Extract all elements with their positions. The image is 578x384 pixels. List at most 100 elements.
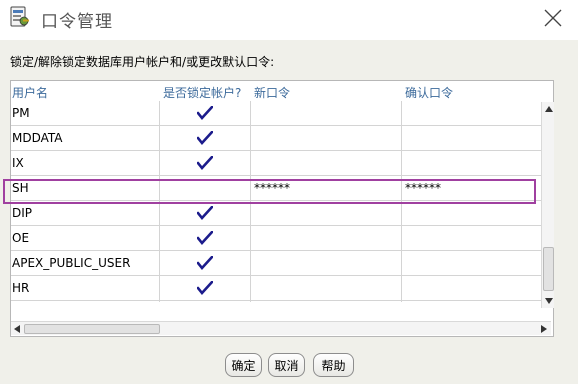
table-row[interactable]: DIP [11,201,552,226]
scroll-down-button[interactable] [542,294,555,307]
instructions-text: 锁定/解除锁定数据库用户帐户和/或更改默认口令: [10,55,275,69]
close-icon [544,9,562,27]
confirm-password-field[interactable] [405,276,550,301]
checkmark-icon [197,256,213,270]
table-body: PM MDDATA IX SH ****** ****** DIP OE APEX_PUBLIC… [11,101,552,302]
column-divider [401,126,402,151]
column-divider [250,101,251,126]
table-row[interactable]: APEX_PUBLIC_USER [11,251,552,276]
lock-checkbox-cell[interactable] [160,126,250,151]
arrow-down-icon [544,297,553,304]
username-cell: APEX_PUBLIC_USER [12,256,131,270]
column-divider [250,276,251,301]
column-divider [250,176,251,201]
checkmark-icon [197,206,213,220]
username-cell: SH [12,181,29,195]
confirm-password-field[interactable] [405,101,550,126]
new-password-field[interactable] [254,126,399,151]
cancel-button[interactable]: 取消 [268,353,305,377]
ok-button[interactable]: 确定 [225,353,262,377]
vertical-scroll-thumb[interactable] [543,247,554,291]
horizontal-scrollbar[interactable] [11,321,551,335]
horizontal-scroll-thumb[interactable] [24,324,160,334]
column-divider [401,151,402,176]
lock-checkbox-cell[interactable] [160,226,250,251]
table-row[interactable]: IX [11,151,552,176]
new-password-field[interactable] [254,101,399,126]
column-divider [401,101,402,126]
column-header-confirm-password[interactable]: 确认口令 [405,84,453,101]
table-row[interactable]: MDDATA [11,126,552,151]
username-cell: SPATIAL_CSW_ADMIN_... [12,301,157,302]
lock-checkbox-cell[interactable] [160,251,250,276]
username-cell: PM [12,106,30,120]
arrow-left-icon [14,324,20,333]
new-password-field[interactable] [254,301,399,302]
help-button[interactable]: 帮助 [313,353,354,377]
confirm-password-field[interactable] [405,126,550,151]
column-divider [401,201,402,226]
checkmark-icon [197,156,213,170]
table-row[interactable]: SPATIAL_CSW_ADMIN_... [11,301,552,302]
table-row[interactable]: SH ****** ****** [11,176,552,201]
lock-checkbox-cell[interactable] [160,276,250,301]
checkmark-icon [197,281,213,295]
column-header-new-password[interactable]: 新口令 [254,84,290,101]
key-config-icon [10,6,29,27]
checkmark-icon [197,106,213,120]
column-header-locked[interactable]: 是否锁定帐户? [163,84,241,101]
username-cell: MDDATA [12,131,63,145]
table-row[interactable]: OE [11,226,552,251]
title-bar: 口令管理 [0,0,578,38]
arrow-up-icon [544,105,553,112]
column-divider [401,276,402,301]
new-password-field[interactable] [254,226,399,251]
column-divider [250,226,251,251]
lock-checkbox-cell[interactable] [160,301,250,302]
column-divider [401,226,402,251]
table-row[interactable]: PM [11,101,552,126]
username-cell: HR [12,281,30,295]
scroll-left-button[interactable] [11,322,23,335]
column-divider [401,301,402,302]
user-account-table: 用户名 是否锁定帐户? 新口令 确认口令 PM MDDATA IX SH ****** *… [10,80,554,337]
column-divider [250,301,251,302]
confirm-password-field[interactable] [405,151,550,176]
lock-checkbox-cell[interactable] [160,176,250,201]
new-password-field[interactable]: ****** [254,176,399,201]
confirm-password-field[interactable] [405,251,550,276]
column-divider [250,126,251,151]
vertical-scrollbar[interactable] [541,102,554,308]
new-password-field[interactable] [254,151,399,176]
new-password-field[interactable] [254,251,399,276]
column-divider [401,251,402,276]
lock-checkbox-cell[interactable] [160,101,250,126]
arrow-right-icon [541,324,547,333]
scroll-up-button[interactable] [542,102,555,115]
column-divider [250,201,251,226]
confirm-password-field[interactable] [405,201,550,226]
username-cell: DIP [12,206,33,220]
dialog-body: 锁定/解除锁定数据库用户帐户和/或更改默认口令: 用户名 是否锁定帐户? 新口令… [0,40,578,384]
new-password-field[interactable] [254,276,399,301]
column-header-username[interactable]: 用户名 [12,84,48,101]
confirm-password-field[interactable] [405,301,550,302]
column-divider [250,251,251,276]
lock-checkbox-cell[interactable] [160,151,250,176]
username-cell: OE [12,231,30,245]
lock-checkbox-cell[interactable] [160,201,250,226]
window-title: 口令管理 [41,12,113,32]
password-management-dialog: 口令管理 锁定/解除锁定数据库用户帐户和/或更改默认口令: 用户名 是否锁定帐户… [0,0,578,384]
column-divider [250,151,251,176]
confirm-password-field[interactable]: ****** [405,176,550,201]
table-row[interactable]: HR [11,276,552,301]
checkmark-icon [197,131,213,145]
close-button[interactable] [538,4,568,32]
username-cell: IX [12,156,24,170]
confirm-password-field[interactable] [405,226,550,251]
checkmark-icon [197,231,213,245]
new-password-field[interactable] [254,201,399,226]
scroll-right-button[interactable] [538,322,550,335]
table-header: 用户名 是否锁定帐户? 新口令 确认口令 [11,81,552,101]
column-divider [401,176,402,201]
